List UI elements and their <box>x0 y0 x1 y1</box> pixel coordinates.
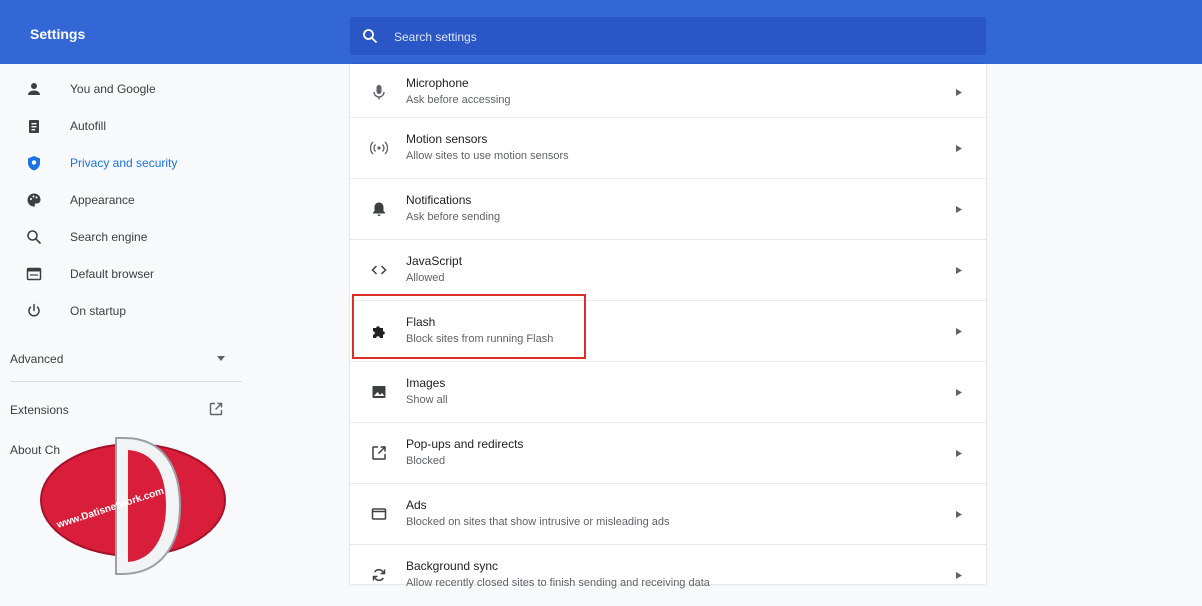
chevron-down-icon <box>217 356 225 361</box>
sidebar-item-label: Privacy and security <box>70 156 178 170</box>
sidebar-divider <box>10 381 242 382</box>
page-title: Settings <box>30 26 86 42</box>
setting-subtitle: Allowed <box>406 272 445 284</box>
sidebar-item-label: Autofill <box>70 119 107 133</box>
settings-header: Settings <box>0 0 1202 64</box>
extensions-label: Extensions <box>10 403 69 417</box>
bell-icon <box>373 202 385 216</box>
sidebar-item-default-browser[interactable]: Default browser <box>0 256 256 292</box>
browser-icon <box>26 267 42 281</box>
sidebar-item-on-startup[interactable]: On startup <box>0 293 256 329</box>
arrow-right-icon <box>956 328 962 335</box>
palette-icon <box>27 193 41 207</box>
sidebar-item-label: You and Google <box>70 82 156 96</box>
setting-row-images[interactable]: Images Show all <box>350 361 986 423</box>
open-in-new-icon <box>209 402 223 416</box>
setting-title: Images <box>406 376 446 390</box>
setting-row-javascript[interactable]: JavaScript Allowed <box>350 239 986 301</box>
code-icon <box>371 265 387 275</box>
setting-row-notifications[interactable]: Notifications Ask before sending <box>350 178 986 240</box>
arrow-right-icon <box>956 572 962 579</box>
arrow-right-icon <box>956 511 962 518</box>
advanced-toggle[interactable]: Advanced <box>10 343 240 377</box>
arrow-right-icon <box>956 389 962 396</box>
sidebar-item-autofill[interactable]: Autofill <box>0 108 256 144</box>
setting-subtitle: Block sites from running Flash <box>406 333 554 345</box>
sidebar-item-search-engine[interactable]: Search engine <box>0 219 256 255</box>
sidebar-item-appearance[interactable]: Appearance <box>0 182 256 218</box>
sidebar-item-label: On startup <box>70 304 127 318</box>
search-input[interactable] <box>392 26 956 48</box>
setting-title: Microphone <box>406 76 469 90</box>
setting-row-ads[interactable]: Ads Blocked on sites that show intrusive… <box>350 483 986 545</box>
watermark-logo: www.Datisnetwork.com <box>40 437 226 575</box>
sidebar-item-privacy-and-security[interactable]: Privacy and security <box>0 145 256 181</box>
setting-subtitle: Ask before sending <box>406 211 501 223</box>
setting-title: Motion sensors <box>406 132 488 146</box>
setting-title: JavaScript <box>406 254 463 268</box>
advanced-label: Advanced <box>10 352 64 366</box>
sidebar-item-you-and-google[interactable]: You and Google <box>0 71 256 107</box>
setting-row-background-sync[interactable]: Background sync Allow recently closed si… <box>350 544 986 606</box>
open-external-icon <box>372 446 386 460</box>
arrow-right-icon <box>956 145 962 152</box>
setting-title: Notifications <box>406 193 472 207</box>
motion-sensor-icon <box>370 141 388 155</box>
extensions-link[interactable]: Extensions <box>10 394 230 424</box>
arrow-right-icon <box>956 206 962 213</box>
setting-row-flash[interactable]: Flash Block sites from running Flash <box>350 300 986 362</box>
setting-title: Background sync <box>406 559 499 573</box>
sidebar-item-label: Default browser <box>70 267 155 281</box>
setting-subtitle: Show all <box>406 394 448 406</box>
person-icon <box>28 83 40 95</box>
setting-subtitle: Ask before accessing <box>406 94 511 106</box>
setting-subtitle: Blocked on sites that show intrusive or … <box>406 516 670 528</box>
puzzle-icon <box>373 326 385 338</box>
setting-subtitle: Allow sites to use motion sensors <box>406 150 569 162</box>
setting-row-motion-sensors[interactable]: Motion sensors Allow sites to use motion… <box>350 117 986 179</box>
power-icon <box>28 303 40 317</box>
arrow-right-icon <box>956 89 962 96</box>
clipboard-icon <box>29 120 39 133</box>
search-bar[interactable] <box>350 17 986 55</box>
setting-title: Flash <box>406 315 436 329</box>
setting-row-pop-ups-and-redirects[interactable]: Pop-ups and redirects Blocked <box>350 422 986 484</box>
microphone-icon <box>373 85 385 100</box>
sidebar-item-label: Search engine <box>70 230 148 244</box>
arrow-right-icon <box>956 267 962 274</box>
setting-subtitle: Allow recently closed sites to finish se… <box>406 577 710 589</box>
site-settings-card: Microphone Ask before accessing Motion s… <box>350 62 986 589</box>
shield-icon <box>28 156 40 171</box>
sync-icon <box>372 568 386 582</box>
search-icon <box>363 29 378 44</box>
image-icon <box>372 386 386 398</box>
search-icon <box>27 230 42 245</box>
arrow-right-icon <box>956 450 962 457</box>
setting-title: Ads <box>406 498 427 512</box>
setting-row-microphone[interactable]: Microphone Ask before accessing <box>350 62 986 123</box>
ads-icon <box>371 508 387 520</box>
setting-title: Pop-ups and redirects <box>406 437 524 451</box>
sidebar-item-label: Appearance <box>70 193 135 207</box>
setting-subtitle: Blocked <box>406 455 446 467</box>
